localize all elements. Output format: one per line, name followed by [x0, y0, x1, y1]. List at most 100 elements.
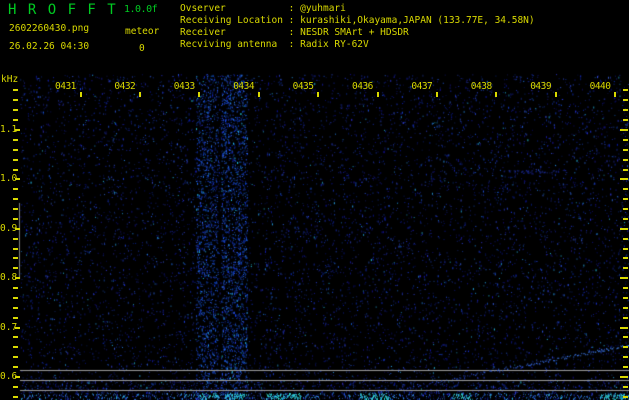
freq-minor-tick-left: [13, 247, 18, 250]
freq-major-tick-right: [620, 178, 628, 181]
freq-minor-tick-right: [623, 188, 628, 191]
time-tick-label: 0437: [411, 81, 433, 92]
freq-axis-unit-label: kHz: [1, 74, 19, 85]
freq-major-tick-left: [15, 129, 20, 131]
freq-minor-tick-left: [13, 158, 18, 161]
freq-minor-tick-right: [623, 208, 628, 211]
freq-minor-tick-right: [623, 138, 628, 141]
time-tick-mark: [79, 92, 82, 97]
freq-minor-tick-right: [623, 237, 628, 240]
observer-info-block: Ovserver : @yuhmari Receiving Location : …: [180, 3, 535, 51]
freq-major-tick-right: [620, 277, 628, 280]
time-tick-mark: [614, 92, 617, 97]
output-filename: 2602260430.png: [9, 23, 90, 34]
freq-tick-label: 0.9: [0, 222, 18, 234]
time-tick-mark: [376, 92, 379, 97]
freq-minor-tick-left: [13, 257, 18, 260]
freq-minor-tick-right: [623, 346, 628, 349]
time-tick-mark: [257, 92, 260, 97]
freq-major-tick-left: [15, 227, 20, 230]
time-tick-label: 0440: [589, 81, 611, 92]
spectrogram-canvas: [0, 0, 629, 400]
freq-minor-tick-right: [623, 336, 628, 339]
freq-minor-tick-left: [13, 208, 18, 211]
time-tick-label: 0436: [352, 81, 373, 92]
app-title: H R O F F T: [8, 2, 118, 18]
freq-minor-tick-left: [13, 366, 18, 369]
freq-minor-tick-right: [623, 148, 628, 151]
freq-major-tick-left: [15, 277, 20, 280]
freq-minor-tick-left: [13, 356, 18, 359]
freq-minor-tick-right: [623, 366, 628, 369]
freq-minor-tick-left: [13, 296, 18, 299]
freq-minor-tick-right: [623, 356, 628, 359]
freq-minor-tick-right: [623, 267, 628, 270]
freq-minor-tick-left: [13, 217, 18, 220]
freq-major-tick-right: [620, 227, 628, 230]
freq-major-tick-left: [15, 178, 20, 181]
time-tick-mark: [138, 92, 141, 97]
observer-info-line: Recviving antenna : Radix RY-62V: [180, 39, 369, 50]
freq-minor-tick-right: [623, 316, 628, 319]
time-tick-mark: [317, 92, 320, 97]
time-tick-label: 0434: [233, 81, 255, 92]
time-tick-label: 0439: [530, 81, 552, 92]
freq-minor-tick-left: [13, 198, 18, 201]
app-version: 1.0.0f: [124, 4, 158, 15]
freq-minor-tick-right: [623, 385, 628, 388]
time-tick-label: 0438: [470, 81, 492, 92]
freq-tick-label: 0.7: [0, 321, 18, 333]
freq-tick-label: 1.0: [0, 173, 18, 185]
freq-minor-tick-right: [623, 257, 628, 260]
freq-minor-tick-right: [623, 198, 628, 201]
observer-info-line: Receiver : NESDR SMArt + HDSDR: [180, 27, 409, 38]
freq-minor-tick-left: [13, 287, 18, 290]
freq-minor-tick-right: [623, 99, 628, 102]
freq-tick-label: 0.8: [0, 272, 18, 284]
observer-info-line: Receiving Location : kurashiki,Okayama,J…: [180, 15, 535, 26]
freq-minor-tick-left: [13, 346, 18, 349]
time-tick-label: 0431: [55, 81, 76, 92]
time-tick-label: 0432: [114, 81, 136, 92]
freq-minor-tick-left: [13, 336, 18, 339]
hrofft-output-image: H R O F F T 1.0.0f 2602260430.png meteor…: [0, 0, 629, 400]
freq-major-tick-right: [620, 326, 628, 329]
time-tick-label: 0435: [292, 81, 314, 92]
freq-minor-tick-right: [623, 109, 628, 112]
freq-tick-label: 0.6: [0, 371, 18, 382]
freq-minor-tick-right: [623, 296, 628, 299]
freq-minor-tick-left: [13, 89, 18, 92]
freq-minor-tick-left: [13, 109, 18, 112]
time-tick-mark: [554, 92, 557, 97]
freq-minor-tick-left: [13, 385, 18, 388]
freq-minor-tick-left: [13, 188, 18, 191]
time-tick-mark: [495, 92, 498, 97]
freq-minor-tick-left: [13, 267, 18, 270]
freq-minor-tick-right: [623, 306, 628, 309]
freq-minor-tick-left: [13, 119, 18, 122]
observer-info-line: Ovserver : @yuhmari: [180, 3, 346, 14]
meteor-count-value: 0: [139, 43, 145, 54]
freq-minor-tick-right: [623, 168, 628, 171]
freq-minor-tick-right: [623, 217, 628, 220]
freq-minor-tick-right: [623, 395, 628, 398]
freq-minor-tick-left: [13, 168, 18, 171]
freq-minor-tick-right: [623, 89, 628, 92]
freq-minor-tick-right: [623, 119, 628, 122]
freq-major-tick-right: [620, 376, 628, 378]
time-tick-mark: [435, 92, 438, 97]
freq-major-tick-left: [15, 326, 20, 329]
freq-minor-tick-right: [623, 247, 628, 250]
freq-minor-tick-right: [623, 158, 628, 161]
freq-minor-tick-left: [13, 138, 18, 141]
freq-minor-tick-left: [13, 395, 18, 398]
capture-timestamp: 26.02.26 04:30: [9, 41, 90, 52]
time-tick-mark: [198, 92, 201, 97]
freq-minor-tick-left: [13, 148, 18, 151]
freq-tick-label: 1.1: [0, 124, 18, 135]
meteor-count-label: meteor: [125, 26, 160, 37]
freq-major-tick-right: [620, 129, 628, 131]
time-tick-label: 0433: [173, 81, 195, 92]
freq-minor-tick-right: [623, 287, 628, 290]
freq-minor-tick-left: [13, 306, 18, 309]
